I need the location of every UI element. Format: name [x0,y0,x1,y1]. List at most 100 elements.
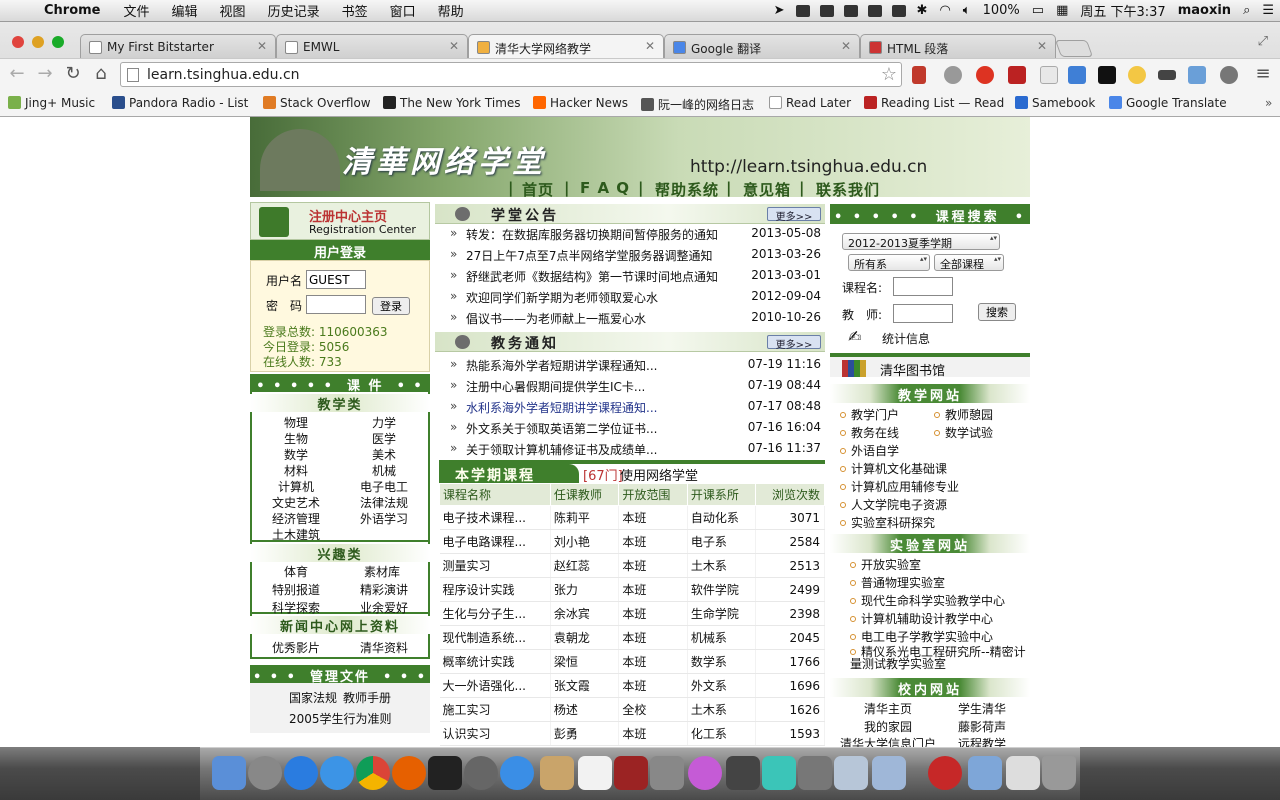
site-link[interactable]: 教师憩园 [934,406,993,423]
table-cell[interactable]: 概率统计实践 [439,649,551,674]
bookmark-reading-list[interactable]: Reading List — Read [864,96,1004,110]
itunes-icon[interactable] [500,756,534,790]
announcement-item[interactable]: » 欢迎同学们新学期为老师领取爱心水 2012-09-04 [435,287,825,308]
reading-extension-icon[interactable] [1008,66,1026,84]
close-tab-icon[interactable]: ✕ [449,39,459,53]
dropbox-icon[interactable] [795,4,810,17]
table-cell[interactable]: 测量实习 [439,553,551,578]
table-row[interactable]: 大一外语强化... 张文霞 本班 外文系 1696 [439,673,825,698]
sync-extension-icon[interactable] [944,66,962,84]
minimize-window-button[interactable] [32,36,44,48]
campus-link[interactable]: 藤影荷声 [958,718,1006,735]
close-tab-icon[interactable]: ✕ [841,39,851,53]
nav-faq[interactable]: F A Q [580,179,630,197]
table-row[interactable]: 测量实习 赵红蕊 本班 土木系 2513 [439,553,825,578]
table-row[interactable]: 施工实习 杨述 全校 土木系 1626 [439,697,825,722]
table-cell[interactable]: 大一外语强化... [439,673,551,698]
site-link[interactable]: 实验室科研探究 [840,514,935,531]
tools-extension-icon[interactable] [1220,66,1238,84]
calendar-icon[interactable] [578,756,612,790]
user-name[interactable]: maoxin [1172,3,1237,18]
notice-item[interactable]: » 外文系关于领取英语第二学位证书... 07-16 16:04 [435,418,825,439]
face-extension-icon[interactable] [1128,66,1146,84]
safari-icon[interactable] [320,756,354,790]
table-cell[interactable]: 电子电路课程... [439,529,551,554]
bluetooth-icon[interactable]: ✱ [911,3,934,18]
campus-link[interactable]: 学生清华 [958,700,1006,717]
announcements-more-button[interactable]: 更多>> [767,207,821,223]
r-extension-icon[interactable] [1098,66,1116,84]
table-row[interactable]: 现代制造系统... 袁朝龙 本班 机械系 2045 [439,625,825,650]
statistics-link[interactable]: 统计信息 [882,330,930,347]
dictionary-icon[interactable] [614,756,648,790]
forward-icon[interactable]: → [34,63,56,84]
course-link[interactable]: 经济管理 [272,510,320,527]
nav-contact[interactable]: 联系我们 [816,179,880,200]
eye-app-icon[interactable] [928,756,962,790]
facetime-icon[interactable] [464,756,498,790]
sublime-text-icon[interactable] [726,756,760,790]
chrome-icon[interactable] [356,756,390,790]
menu-bookmarks[interactable]: 书签 [331,1,379,20]
table-row[interactable]: 认识实习 彭勇 本班 化工系 1593 [439,721,825,746]
chrome-menu-icon[interactable]: ≡ [1252,63,1274,84]
cloud-icon[interactable] [819,4,834,17]
username-input[interactable] [306,270,366,289]
python-icon[interactable] [867,4,882,17]
site-link[interactable]: 外语自学 [840,442,899,459]
bookmark-read-later[interactable]: Read Later [769,96,851,110]
library-link[interactable]: 清华图书馆 [830,353,1030,379]
address-bar[interactable]: learn.tsinghua.edu.cn ☆ [120,62,902,87]
zoom-window-button[interactable] [52,36,64,48]
site-link[interactable]: 数学试验 [934,424,993,441]
screenshot-extension-icon[interactable] [1188,66,1206,84]
menu-view[interactable]: 视图 [209,1,257,20]
nav-home[interactable]: 首页 [522,179,554,200]
announcement-item[interactable]: » 舒继武老师《数据结构》第一节课时间地点通知 2013-03-01 [435,266,825,287]
course-link[interactable]: 材料 [284,462,308,479]
xcode-icon[interactable] [798,756,832,790]
site-link[interactable]: 人文学院电子资源 [840,496,947,513]
bookmark-hacker-news[interactable]: Hacker News [533,96,628,110]
bookmark-star-icon[interactable]: ☆ [881,64,897,85]
input-source-flag-icon[interactable]: ▦ [1050,3,1074,18]
news-link[interactable]: 优秀影片 [272,639,320,656]
campus-link[interactable]: 远程教学 [958,735,1006,747]
registration-center-link[interactable]: 注册中心主页 Registration Center [250,202,430,240]
search-button[interactable]: 搜索 [978,303,1016,321]
volume-icon[interactable]: 🔈︎ [957,3,977,18]
trash-icon[interactable] [1042,756,1076,790]
battery-text[interactable]: 100% [977,3,1026,18]
campus-link[interactable]: 清华大学信息门户 [840,735,936,747]
course-link[interactable]: 精彩演讲 [360,581,408,598]
flower-app-icon[interactable] [688,756,722,790]
course-link[interactable]: 法律法规 [360,494,408,511]
spotlight-search-icon[interactable]: ⌕ [1237,3,1256,18]
course-link[interactable]: 特别报道 [272,581,320,598]
news-link[interactable]: 清华资料 [360,639,408,656]
menu-file[interactable]: 文件 [113,1,161,20]
nav-help[interactable]: 帮助系统 [655,179,719,200]
back-icon[interactable]: ← [6,63,28,84]
department-select[interactable]: 所有系 [848,254,930,271]
site-link[interactable]: 计算机文化基础课 [840,460,947,477]
documents-folder-icon[interactable] [968,756,1002,790]
lab-link[interactable]: 现代生命科学实验教学中心 [850,592,1005,609]
lab-link[interactable]: 开放实验室 [850,556,921,573]
cursor-icon[interactable]: ➤ [768,3,791,18]
downloads-stack-icon[interactable] [1006,756,1040,790]
campus-link[interactable]: 我的家园 [864,718,912,735]
doc-link[interactable]: 教师手册 [343,689,391,706]
b-extension-icon[interactable] [1068,66,1086,84]
menu-history[interactable]: 历史记录 [257,1,331,20]
close-tab-icon[interactable]: ✕ [1037,39,1047,53]
bookmark-nytimes[interactable]: The New York Times [383,96,521,110]
course-link[interactable]: 美术 [372,446,396,463]
table-row[interactable]: 电子技术课程... 陈莉平 本班 自动化系 3071 [439,505,825,530]
terminal-icon[interactable] [428,756,462,790]
course-link[interactable]: 物理 [284,414,308,431]
table-row[interactable]: 概率统计实践 梁恒 本班 数学系 1766 [439,649,825,674]
close-tab-icon[interactable]: ✕ [257,39,267,53]
adblock-icon[interactable] [976,66,994,84]
course-link[interactable]: 机械 [372,462,396,479]
